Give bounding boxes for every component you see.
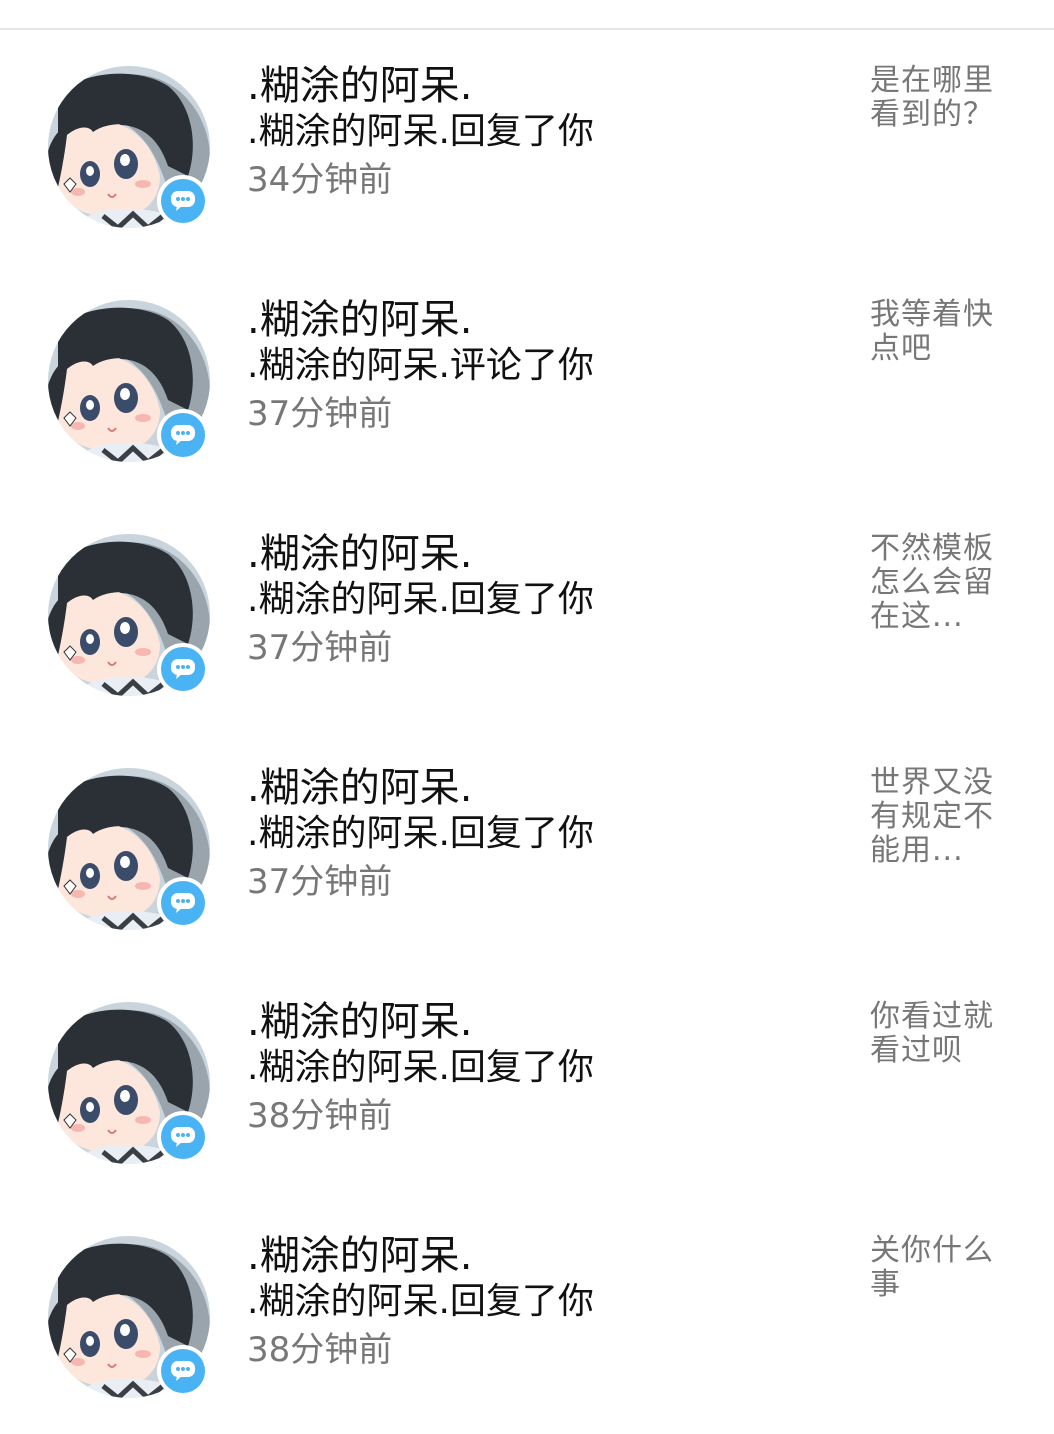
notification-action: .糊涂的阿呆.回复了你 bbox=[247, 1047, 594, 1088]
user-name[interactable]: .糊涂的阿呆. bbox=[247, 296, 472, 344]
comment-preview[interactable]: 关你什么事 bbox=[870, 1234, 1022, 1302]
comment-preview[interactable]: 不然模板怎么会留在这... bbox=[870, 532, 1022, 634]
timestamp: 38分钟前 bbox=[247, 1096, 393, 1136]
notification-item[interactable]: .糊涂的阿呆. .糊涂的阿呆.回复了你 37分钟前 不然模板怎么会留在这... bbox=[0, 498, 1054, 732]
notification-action: .糊涂的阿呆.评论了你 bbox=[247, 345, 594, 386]
user-name[interactable]: .糊涂的阿呆. bbox=[247, 62, 472, 110]
comment-bubble-icon bbox=[171, 191, 195, 211]
timestamp: 37分钟前 bbox=[247, 628, 393, 668]
notification-item[interactable]: .糊涂的阿呆. .糊涂的阿呆.回复了你 38分钟前 关你什么事 bbox=[0, 1200, 1054, 1434]
timestamp: 37分钟前 bbox=[247, 394, 393, 434]
notification-action: .糊涂的阿呆.回复了你 bbox=[247, 111, 594, 152]
comment-badge bbox=[157, 175, 209, 227]
notification-item[interactable]: .糊涂的阿呆. .糊涂的阿呆.回复了你 37分钟前 世界又没有规定不能用... bbox=[0, 732, 1054, 966]
comment-bubble-icon bbox=[171, 425, 195, 445]
user-name[interactable]: .糊涂的阿呆. bbox=[247, 530, 472, 578]
timestamp: 37分钟前 bbox=[247, 862, 393, 902]
comment-badge bbox=[157, 1345, 209, 1397]
notification-action: .糊涂的阿呆.回复了你 bbox=[247, 579, 594, 620]
comment-preview[interactable]: 你看过就看过呗 bbox=[870, 1000, 1022, 1068]
user-name[interactable]: .糊涂的阿呆. bbox=[247, 764, 472, 812]
comment-badge bbox=[157, 877, 209, 929]
timestamp: 38分钟前 bbox=[247, 1330, 393, 1370]
notification-item[interactable]: .糊涂的阿呆. .糊涂的阿呆.评论了你 37分钟前 我等着快点吧 bbox=[0, 264, 1054, 498]
comment-preview[interactable]: 世界又没有规定不能用... bbox=[870, 766, 1022, 868]
comment-bubble-icon bbox=[171, 659, 195, 679]
user-name[interactable]: .糊涂的阿呆. bbox=[247, 998, 472, 1046]
comment-badge bbox=[157, 643, 209, 695]
notification-item[interactable]: .糊涂的阿呆. .糊涂的阿呆.回复了你 34分钟前 是在哪里看到的？ bbox=[0, 30, 1054, 264]
comment-preview[interactable]: 我等着快点吧 bbox=[870, 298, 1022, 366]
notification-list: .糊涂的阿呆. .糊涂的阿呆.回复了你 34分钟前 是在哪里看到的？ .糊涂的阿… bbox=[0, 30, 1054, 1434]
comment-preview[interactable]: 是在哪里看到的？ bbox=[870, 64, 1022, 132]
comment-badge bbox=[157, 409, 209, 461]
timestamp: 34分钟前 bbox=[247, 160, 393, 200]
comment-bubble-icon bbox=[171, 893, 195, 913]
comment-badge bbox=[157, 1111, 209, 1163]
comment-bubble-icon bbox=[171, 1127, 195, 1147]
user-name[interactable]: .糊涂的阿呆. bbox=[247, 1232, 472, 1280]
notification-item[interactable]: .糊涂的阿呆. .糊涂的阿呆.回复了你 38分钟前 你看过就看过呗 bbox=[0, 966, 1054, 1200]
notification-action: .糊涂的阿呆.回复了你 bbox=[247, 1281, 594, 1322]
notification-action: .糊涂的阿呆.回复了你 bbox=[247, 813, 594, 854]
comment-bubble-icon bbox=[171, 1361, 195, 1381]
